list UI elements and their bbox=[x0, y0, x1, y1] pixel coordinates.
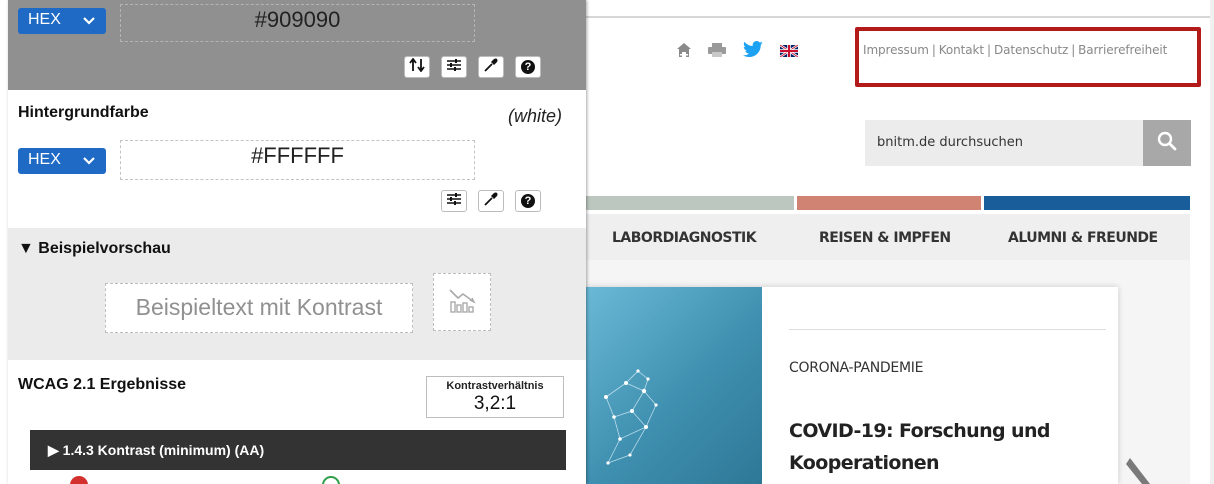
header-top-border bbox=[586, 16, 1214, 18]
highlight-outline bbox=[855, 27, 1201, 87]
preview-toggle[interactable]: ▼ Beispielvorschau bbox=[18, 240, 171, 258]
contrast-chart-button[interactable] bbox=[433, 273, 491, 331]
utility-icons bbox=[676, 40, 799, 60]
news-title[interactable]: COVID-19: Forschung und Kooperationen bbox=[789, 415, 1089, 479]
color-strip-blue bbox=[984, 196, 1190, 210]
background-color-section: Hintergrundfarbe (white) HEX #FFFFFF ? bbox=[8, 90, 586, 228]
chart-icon bbox=[448, 286, 476, 319]
background-format-value: HEX bbox=[28, 151, 61, 168]
sample-text-preview: Beispieltext mit Kontrast bbox=[105, 283, 413, 333]
background-hex-value: #FFFFFF bbox=[251, 143, 344, 168]
search-placeholder: bnitm.de durchsuchen bbox=[877, 135, 1023, 150]
color-strip-red bbox=[797, 196, 981, 210]
site-search-button[interactable] bbox=[1143, 120, 1191, 166]
foreground-color-section: HEX #909090 ? bbox=[8, 0, 586, 90]
background-adjust-button[interactable] bbox=[441, 190, 467, 212]
site-search-input[interactable]: bnitm.de durchsuchen bbox=[865, 120, 1143, 166]
news-divider bbox=[789, 329, 1106, 330]
wcag-results-heading: WCAG 2.1 Ergebnisse bbox=[18, 376, 187, 393]
contrast-checker-panel: HEX #909090 ? Hintergrundfarbe (white) H… bbox=[8, 0, 586, 484]
background-eyedropper-button[interactable] bbox=[478, 190, 504, 212]
eyedropper-icon bbox=[483, 57, 499, 78]
contrast-ratio-box: Kontrastverhältnis 3,2:1 bbox=[426, 376, 564, 418]
network-illustration-icon bbox=[604, 369, 658, 465]
next-arrow-icon[interactable] bbox=[1126, 458, 1156, 484]
background-color-name: (white) bbox=[508, 106, 563, 126]
foreground-help-button[interactable]: ? bbox=[515, 56, 541, 78]
news-image bbox=[586, 287, 762, 484]
nav-item-alumni-freunde[interactable]: ALUMNI & FREUNDE bbox=[1008, 230, 1158, 246]
swap-colors-button[interactable] bbox=[404, 56, 430, 78]
chevron-down-icon bbox=[82, 153, 96, 167]
twitter-icon[interactable] bbox=[742, 41, 764, 59]
foreground-format-value: HEX bbox=[28, 11, 61, 28]
background-hex-input[interactable]: #FFFFFF bbox=[120, 140, 475, 180]
background-color-label: Hintergrundfarbe bbox=[18, 104, 149, 121]
help-icon: ? bbox=[521, 194, 535, 208]
nav-item-reisen-impfen[interactable]: REISEN & IMPFEN bbox=[819, 230, 951, 246]
background-format-select[interactable]: HEX bbox=[18, 148, 106, 174]
sliders-icon bbox=[446, 192, 462, 211]
color-strip-green bbox=[586, 196, 794, 210]
swap-icon bbox=[409, 57, 425, 77]
news-kicker: CORONA-PANDEMIE bbox=[789, 360, 924, 376]
foreground-eyedropper-button[interactable] bbox=[478, 56, 504, 78]
background-help-button[interactable]: ? bbox=[515, 190, 541, 212]
nav-item-labordiagnostik[interactable]: LABORDIAGNOSTIK bbox=[612, 230, 757, 246]
contrast-ratio-value: 3,2:1 bbox=[473, 393, 517, 414]
contrast-ratio-label: Kontrastverhältnis bbox=[446, 380, 544, 392]
foreground-hex-value: #909090 bbox=[254, 7, 341, 32]
home-icon[interactable] bbox=[676, 42, 692, 58]
page-right-edge bbox=[1210, 0, 1214, 484]
news-card[interactable]: CORONA-PANDEMIE COVID-19: Forschung und … bbox=[586, 287, 1118, 484]
sliders-icon bbox=[446, 58, 462, 77]
chevron-down-icon bbox=[82, 13, 96, 27]
search-icon bbox=[1157, 131, 1177, 156]
main-navigation: LABORDIAGNOSTIK REISEN & IMPFEN ALUMNI &… bbox=[586, 214, 1190, 260]
foreground-format-select[interactable]: HEX bbox=[18, 8, 106, 34]
print-icon[interactable] bbox=[708, 43, 726, 57]
uk-flag-icon[interactable] bbox=[779, 44, 799, 58]
foreground-adjust-button[interactable] bbox=[441, 56, 467, 78]
eyedropper-icon bbox=[483, 191, 499, 212]
foreground-hex-input[interactable]: #909090 bbox=[120, 4, 475, 42]
help-icon: ? bbox=[521, 60, 535, 74]
criterion-1-4-3-toggle[interactable]: ▶ 1.4.3 Kontrast (minimum) (AA) bbox=[30, 430, 566, 470]
